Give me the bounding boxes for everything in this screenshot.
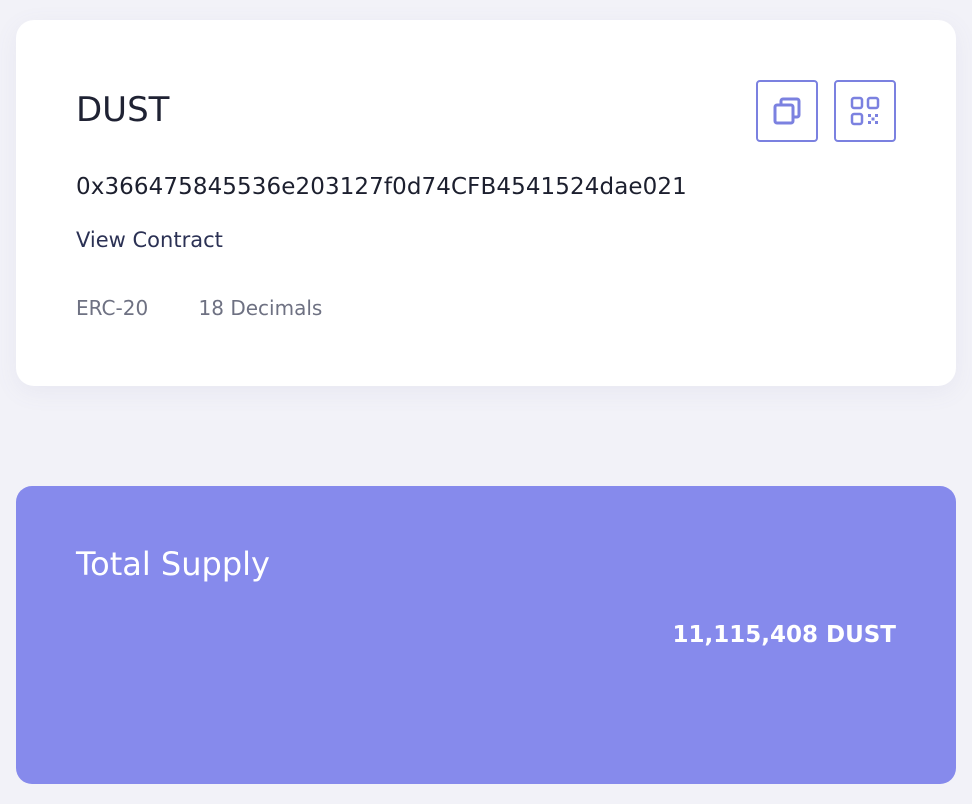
- token-symbol: DUST: [76, 90, 170, 130]
- total-supply-title: Total Supply: [76, 545, 270, 583]
- total-supply-card: Total Supply 11,115,408 DUST: [16, 486, 956, 784]
- qr-code-icon: [850, 96, 880, 126]
- token-standard: ERC-20: [76, 296, 149, 320]
- token-meta-row: ERC-20 18 Decimals: [76, 294, 322, 322]
- token-info-card: DUST 0x366475845536e203127f0d74CFB454152…: [16, 20, 956, 386]
- qr-code-button[interactable]: [834, 80, 896, 142]
- view-contract-link[interactable]: View Contract: [76, 226, 223, 254]
- copy-address-button[interactable]: [756, 80, 818, 142]
- total-supply-value: 11,115,408 DUST: [672, 622, 896, 648]
- contract-address: 0x366475845536e203127f0d74CFB4541524dae0…: [76, 174, 687, 200]
- copy-icon: [773, 97, 801, 125]
- token-decimals: 18 Decimals: [198, 296, 323, 320]
